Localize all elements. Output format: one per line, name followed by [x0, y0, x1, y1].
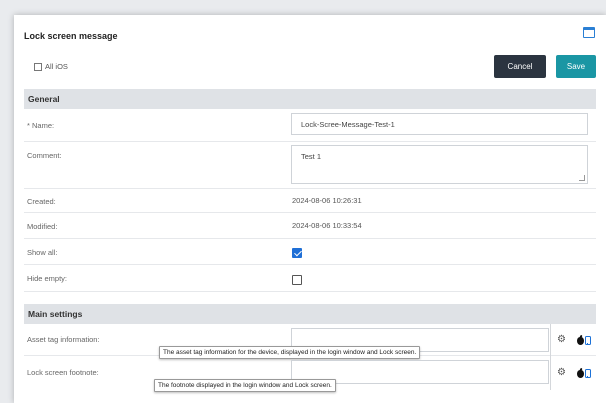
platform-icons: [577, 336, 591, 345]
ipad-icon: [585, 336, 591, 345]
gear-icon[interactable]: ⚙: [557, 367, 566, 378]
all-ios-checkbox[interactable]: All iOS: [34, 62, 68, 71]
comment-label: Comment:: [27, 151, 62, 160]
cancel-button[interactable]: Cancel: [494, 55, 546, 78]
lock-screen-message-panel: Lock screen message All iOS Cancel Save …: [14, 15, 606, 403]
created-label: Created:: [27, 197, 56, 206]
asset-tag-row: Asset tag information: ⚙ The asset tag i…: [24, 324, 596, 359]
show-all-checkbox[interactable]: [292, 248, 302, 258]
apple-icon: [577, 336, 584, 345]
footnote-row: Lock screen footnote: ⚙ The footnote dis…: [24, 356, 596, 392]
ipad-icon: [585, 369, 591, 378]
apple-icon: [577, 369, 584, 378]
modified-row: Modified: 2024-08-06 10:33:54: [24, 213, 596, 239]
resize-handle-icon[interactable]: [579, 175, 585, 181]
show-all-row: Show all:: [24, 239, 596, 265]
name-input-value: Lock-Scree-Message-Test-1: [301, 119, 395, 129]
name-label: * Name:: [27, 121, 55, 130]
footnote-label: Lock screen footnote:: [27, 368, 99, 377]
all-ios-label: All iOS: [45, 62, 68, 71]
general-section-header: General: [24, 89, 596, 109]
hide-empty-label: Hide empty:: [27, 274, 68, 283]
comment-textarea-value: Test 1: [301, 152, 322, 161]
asset-tag-label: Asset tag information:: [27, 335, 100, 344]
window-icon[interactable]: [583, 27, 595, 38]
page-title: Lock screen message: [24, 31, 118, 41]
show-all-label: Show all:: [27, 248, 58, 257]
comment-textarea[interactable]: Test 1: [291, 145, 588, 184]
main-settings-section-header: Main settings: [24, 304, 596, 324]
comment-row: Comment: Test 1: [24, 142, 596, 189]
all-ios-checkbox-box[interactable]: [34, 62, 42, 71]
modified-value: 2024-08-06 10:33:54: [292, 221, 362, 230]
modified-label: Modified:: [27, 222, 58, 231]
save-button[interactable]: Save: [556, 55, 596, 78]
gear-icon[interactable]: ⚙: [557, 334, 566, 345]
hide-empty-checkbox[interactable]: [292, 275, 302, 285]
created-value: 2024-08-06 10:26:31: [292, 196, 362, 205]
name-input[interactable]: Lock-Scree-Message-Test-1: [291, 113, 588, 135]
divider: [550, 324, 551, 356]
name-row: * Name: Lock-Scree-Message-Test-1: [24, 109, 596, 142]
divider: [550, 356, 551, 390]
platform-icons: [577, 369, 591, 378]
created-row: Created: 2024-08-06 10:26:31: [24, 189, 596, 213]
footnote-tooltip: The footnote displayed in the login wind…: [154, 379, 336, 392]
hide-empty-row: Hide empty:: [24, 265, 596, 292]
